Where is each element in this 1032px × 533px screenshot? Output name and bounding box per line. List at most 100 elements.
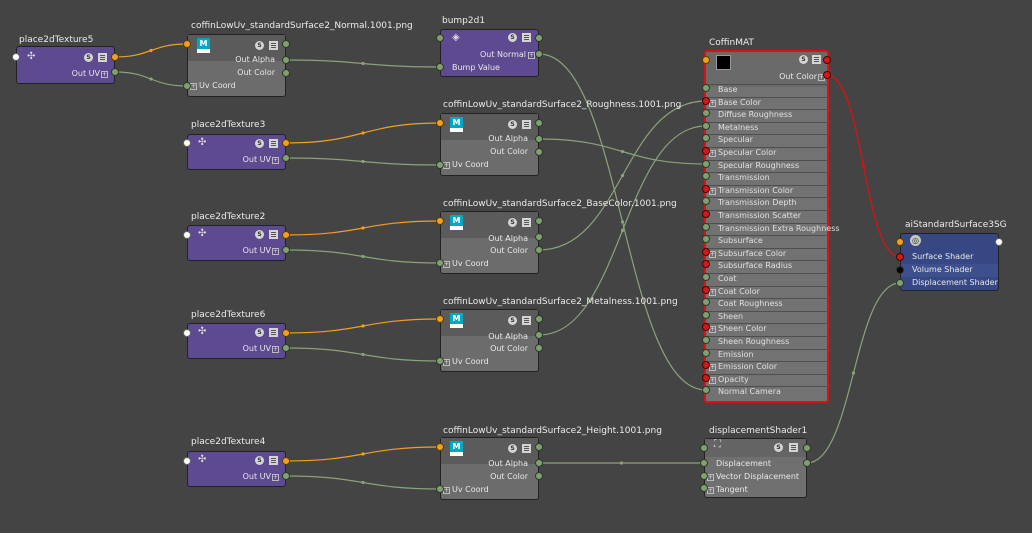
out-color-port[interactable] — [535, 148, 543, 156]
displacement-out-port[interactable] — [803, 459, 811, 467]
node-menu-icon[interactable] — [269, 456, 278, 465]
tangent-port[interactable] — [700, 484, 708, 492]
material-attr-row[interactable]: Normal Camera — [706, 386, 827, 399]
expand-icon[interactable]: + — [272, 157, 279, 164]
material-attr-port[interactable] — [702, 285, 710, 294]
expand-icon[interactable]: + — [709, 150, 716, 157]
swatch-toggle-icon[interactable]: S — [774, 443, 783, 452]
material-attr-row[interactable]: Subsurface Radius — [706, 260, 827, 273]
material-attr-port[interactable] — [702, 84, 710, 92]
output-port[interactable] — [282, 40, 290, 48]
output-port[interactable] — [995, 238, 1003, 246]
expand-icon[interactable]: + — [272, 474, 279, 481]
material-attr-port[interactable] — [702, 147, 710, 155]
out-uv-port[interactable] — [282, 344, 290, 352]
file-height-node[interactable]: M S Out Alpha Out Color + Uv Coord — [440, 437, 539, 500]
out-alpha-port[interactable] — [535, 331, 543, 339]
file-metalness-node[interactable]: M S Out Alpha Out Color + Uv Coord — [440, 309, 539, 372]
swatch-toggle-icon[interactable]: S — [508, 444, 517, 453]
material-attr-port[interactable] — [702, 336, 710, 344]
out-color-port[interactable] — [535, 472, 543, 480]
node-menu-icon[interactable] — [812, 55, 821, 64]
out-alpha-port[interactable] — [535, 233, 543, 241]
output-port[interactable] — [282, 457, 290, 465]
out-color-port[interactable] — [535, 246, 543, 254]
material-attr-row[interactable]: Subsurface — [706, 235, 827, 248]
expand-icon[interactable]: + — [709, 364, 716, 372]
output-port[interactable] — [535, 315, 543, 323]
output-port[interactable] — [535, 119, 543, 127]
input-port[interactable] — [702, 56, 710, 64]
place2d-texture6-node[interactable]: ✣ S Out UV + — [187, 323, 286, 359]
expand-icon[interactable]: + — [272, 248, 279, 255]
material-attr-port[interactable] — [702, 273, 710, 281]
swatch-toggle-icon[interactable]: S — [508, 120, 517, 129]
place2d-texture2-node[interactable]: ✣ S Out UV + — [187, 225, 286, 261]
expand-icon[interactable]: + — [443, 162, 450, 169]
node-menu-icon[interactable] — [269, 139, 278, 148]
swatch-toggle-icon[interactable]: S — [255, 456, 264, 465]
material-attr-row[interactable]: Base Color + — [706, 96, 827, 110]
material-attr-row[interactable]: Metalness — [706, 121, 827, 135]
file-normal-node[interactable]: M S Out Alpha Out Color + Uv Coord — [187, 34, 286, 97]
expand-icon[interactable]: + — [101, 71, 108, 78]
input-port[interactable] — [436, 119, 444, 127]
node-menu-icon[interactable] — [522, 316, 531, 325]
uv-coord-port[interactable] — [436, 485, 444, 493]
expand-icon[interactable]: + — [709, 376, 716, 384]
material-attr-port[interactable] — [702, 210, 710, 218]
material-attr-row[interactable]: Transmission Color + — [706, 184, 827, 198]
node-menu-icon[interactable] — [269, 41, 278, 50]
material-attr-port[interactable] — [702, 373, 710, 382]
material-attr-port[interactable] — [702, 159, 710, 168]
expand-icon[interactable]: + — [272, 346, 279, 353]
output-port[interactable] — [823, 56, 831, 64]
output-port[interactable] — [282, 231, 290, 239]
material-attr-row[interactable]: Specular Color + — [706, 147, 827, 160]
material-attr-row[interactable]: Specular Roughness — [706, 159, 827, 173]
output-port[interactable] — [803, 444, 811, 452]
surface-shader-port[interactable] — [896, 253, 904, 261]
expand-icon[interactable]: + — [709, 187, 716, 195]
bump2d-node[interactable]: ◈ S Out Normal + Bump Value — [440, 29, 539, 77]
bump-value-port[interactable] — [436, 63, 444, 71]
material-attr-row[interactable]: Transmission Scatter — [706, 210, 827, 223]
material-attr-row[interactable]: Transmission Depth — [706, 197, 827, 210]
expand-icon[interactable]: + — [709, 99, 716, 107]
material-attr-port[interactable] — [702, 348, 710, 357]
out-normal-port[interactable] — [535, 50, 543, 58]
material-attr-port[interactable] — [702, 121, 710, 130]
expand-icon[interactable]: + — [709, 288, 716, 296]
input-port[interactable] — [183, 329, 191, 337]
input-port[interactable] — [436, 443, 444, 451]
swatch-toggle-icon[interactable]: S — [508, 316, 517, 325]
node-menu-icon[interactable] — [522, 33, 531, 42]
material-attr-port[interactable] — [702, 310, 710, 319]
expand-icon[interactable]: + — [709, 326, 716, 334]
node-menu-icon[interactable] — [522, 120, 531, 129]
input-port[interactable] — [700, 444, 708, 452]
out-uv-port[interactable] — [282, 154, 290, 162]
expand-icon[interactable]: + — [443, 487, 450, 494]
swatch-toggle-icon[interactable]: S — [255, 41, 264, 50]
out-alpha-port[interactable] — [535, 135, 543, 143]
node-menu-icon[interactable] — [269, 230, 278, 239]
material-attr-row[interactable]: Diffuse Roughness — [706, 109, 827, 122]
place2d-texture3-node[interactable]: ✣ S Out UV + — [187, 134, 286, 170]
material-attr-row[interactable]: Opacity + — [706, 373, 827, 387]
uv-coord-port[interactable] — [436, 357, 444, 365]
material-attr-row[interactable]: Subsurface Color + — [706, 247, 827, 261]
place2d-texture4-node[interactable]: ✣ S Out UV + — [187, 451, 286, 487]
material-attr-row[interactable]: Transmission Extra Roughness — [706, 222, 840, 236]
volume-shader-port[interactable] — [896, 266, 904, 274]
material-attr-row[interactable]: Specular — [706, 134, 827, 147]
expand-icon[interactable]: + — [443, 359, 450, 366]
out-uv-port[interactable] — [282, 246, 290, 254]
out-color-port[interactable] — [823, 71, 831, 79]
output-port[interactable] — [535, 217, 543, 225]
input-port[interactable] — [183, 231, 191, 239]
swatch-toggle-icon[interactable]: S — [255, 328, 264, 337]
input-port[interactable] — [183, 40, 191, 48]
material-attr-row[interactable]: Sheen — [706, 310, 827, 324]
expand-icon[interactable]: + — [443, 261, 450, 268]
